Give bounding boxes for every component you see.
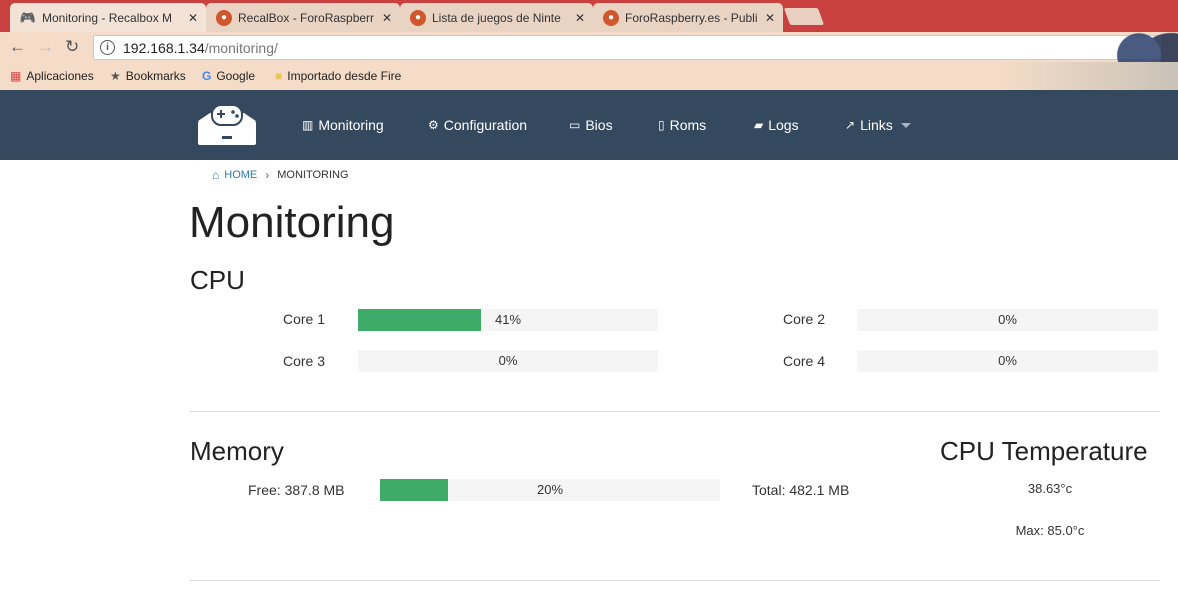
breadcrumb: ⌂ HOME › MONITORING — [212, 168, 349, 182]
bookmark-google[interactable]: G Google — [202, 69, 255, 83]
browser-toolbar: ← → ↻ i 192.168.1.34/monitoring/ — [0, 32, 1178, 62]
new-tab-button[interactable] — [783, 8, 825, 25]
bookmark-label: Aplicaciones — [26, 69, 94, 83]
tab-title: ForoRaspberry.es - Publi — [625, 10, 758, 25]
app-navbar: ▥ Monitoring ⚙ Configuration ▭ Bios ▯ Ro… — [0, 90, 1178, 160]
external-link-icon: ↗ — [845, 118, 856, 132]
tab-title: Lista de juegos de Ninte — [432, 10, 561, 25]
close-icon[interactable]: ✕ — [575, 11, 585, 25]
cpu-heading: CPU — [190, 265, 245, 295]
bookmark-label: Bookmarks — [125, 69, 186, 83]
memory-progress: 20% — [380, 479, 720, 501]
close-icon[interactable]: ✕ — [188, 11, 198, 25]
cpu-temperature-max: Max: 85.0°c — [1015, 523, 1085, 538]
home-icon: ⌂ — [212, 168, 220, 182]
tab-lista-juegos[interactable]: ● Lista de juegos de Ninte ✕ — [400, 3, 593, 32]
core-4-label: Core 4 — [783, 353, 826, 369]
nav-bios[interactable]: ▭ Bios — [569, 117, 613, 133]
raspberry-icon: ● — [410, 9, 426, 26]
bar-chart-icon: ▥ — [302, 118, 314, 132]
cpu-temperature-current: 38.63°c — [1027, 481, 1073, 496]
raspberry-icon: ● — [216, 9, 232, 26]
nav-monitoring[interactable]: ▥ Monitoring — [302, 117, 384, 133]
divider — [190, 580, 1160, 581]
forward-arrow-icon[interactable]: → — [37, 37, 54, 57]
star-icon: ★ — [110, 69, 121, 83]
core-1-percent: 41% — [494, 312, 522, 327]
tab-recalbox-foro[interactable]: ● RecalBox - ForoRaspberr ✕ — [206, 3, 400, 32]
close-icon[interactable]: ✕ — [765, 11, 775, 25]
nav-label: Roms — [669, 117, 707, 133]
breadcrumb-current: MONITORING — [277, 169, 349, 181]
bookmark-label: Google — [216, 69, 256, 83]
back-arrow-icon[interactable]: ← — [9, 37, 26, 57]
book-icon: ▯ — [658, 118, 665, 132]
core-3-percent: 0% — [498, 353, 518, 368]
bookmark-aplicaciones[interactable]: ▦ Aplicaciones — [10, 69, 94, 83]
cpu-temperature-heading: CPU Temperature — [940, 436, 1148, 466]
nav-label: Configuration — [443, 117, 528, 133]
breadcrumb-home-link[interactable]: ⌂ HOME — [212, 168, 257, 182]
memory-heading: Memory — [190, 436, 284, 466]
core-2-percent: 0% — [998, 312, 1017, 327]
core-1-progress: 41% — [358, 309, 658, 331]
url-path: /monitoring/ — [204, 39, 278, 56]
bookmark-label: Importado desde Fire — [287, 69, 402, 83]
core-1-label: Core 1 — [283, 311, 326, 327]
core-3-progress: 0% — [358, 350, 658, 372]
memory-total: Total: 482.1 MB — [752, 482, 850, 498]
core-2-label: Core 2 — [783, 311, 826, 327]
nav-label: Monitoring — [318, 117, 384, 133]
core-3-label: Core 3 — [283, 353, 326, 369]
reload-icon[interactable]: ↻ — [65, 37, 79, 57]
memory-free: Free: 387.8 MB — [248, 482, 345, 498]
divider — [190, 411, 1160, 412]
tab-title: Monitoring - Recalbox M — [42, 10, 173, 25]
caret-down-icon — [900, 122, 911, 128]
bookmark-bookmarks[interactable]: ★ Bookmarks — [110, 69, 186, 83]
raspberry-icon: ● — [603, 9, 619, 26]
nav-links-dropdown[interactable]: ↗ Links — [845, 117, 911, 133]
tab-title: RecalBox - ForoRaspberr — [238, 10, 375, 25]
nav-label: Links — [860, 117, 893, 133]
close-icon[interactable]: ✕ — [382, 11, 392, 25]
note-icon: ▰ — [754, 118, 764, 132]
page-title: Monitoring — [189, 198, 395, 247]
core-4-percent: 0% — [998, 353, 1017, 368]
breadcrumb-home-label: HOME — [224, 169, 258, 181]
bookmark-importado[interactable]: ■ Importado desde Fire — [275, 69, 401, 83]
chip-icon: ▭ — [569, 118, 581, 132]
address-bar[interactable]: i 192.168.1.34/monitoring/ — [93, 35, 1163, 60]
tab-monitoring[interactable]: 🎮 Monitoring - Recalbox M ✕ — [10, 3, 206, 32]
chevron-right-icon: › — [265, 168, 270, 182]
gamepad-icon: 🎮 — [19, 9, 37, 25]
apps-grid-icon: ▦ — [10, 69, 22, 83]
nav-logs[interactable]: ▰ Logs — [754, 117, 799, 133]
gears-icon: ⚙ — [428, 118, 439, 132]
nav-label: Logs — [768, 117, 799, 133]
recalbox-logo[interactable] — [196, 103, 258, 147]
core-2-progress: 0% — [857, 309, 1158, 331]
tab-fororaspberry[interactable]: ● ForoRaspberry.es - Publi ✕ — [593, 3, 783, 32]
memory-percent: 20% — [536, 482, 564, 497]
core-4-progress: 0% — [857, 350, 1158, 372]
url-host: 192.168.1.34 — [123, 39, 205, 56]
bookmarks-bar: ▦ Aplicaciones ★ Bookmarks G Google ■ Im… — [0, 62, 1178, 90]
nav-roms[interactable]: ▯ Roms — [658, 117, 706, 133]
google-icon: G — [202, 69, 212, 83]
browser-tab-strip: 🎮 Monitoring - Recalbox M ✕ ● RecalBox -… — [0, 0, 1178, 32]
nav-configuration[interactable]: ⚙ Configuration — [428, 117, 527, 133]
folder-icon: ■ — [275, 69, 283, 83]
info-icon[interactable]: i — [100, 40, 115, 55]
nav-label: Bios — [585, 117, 613, 133]
